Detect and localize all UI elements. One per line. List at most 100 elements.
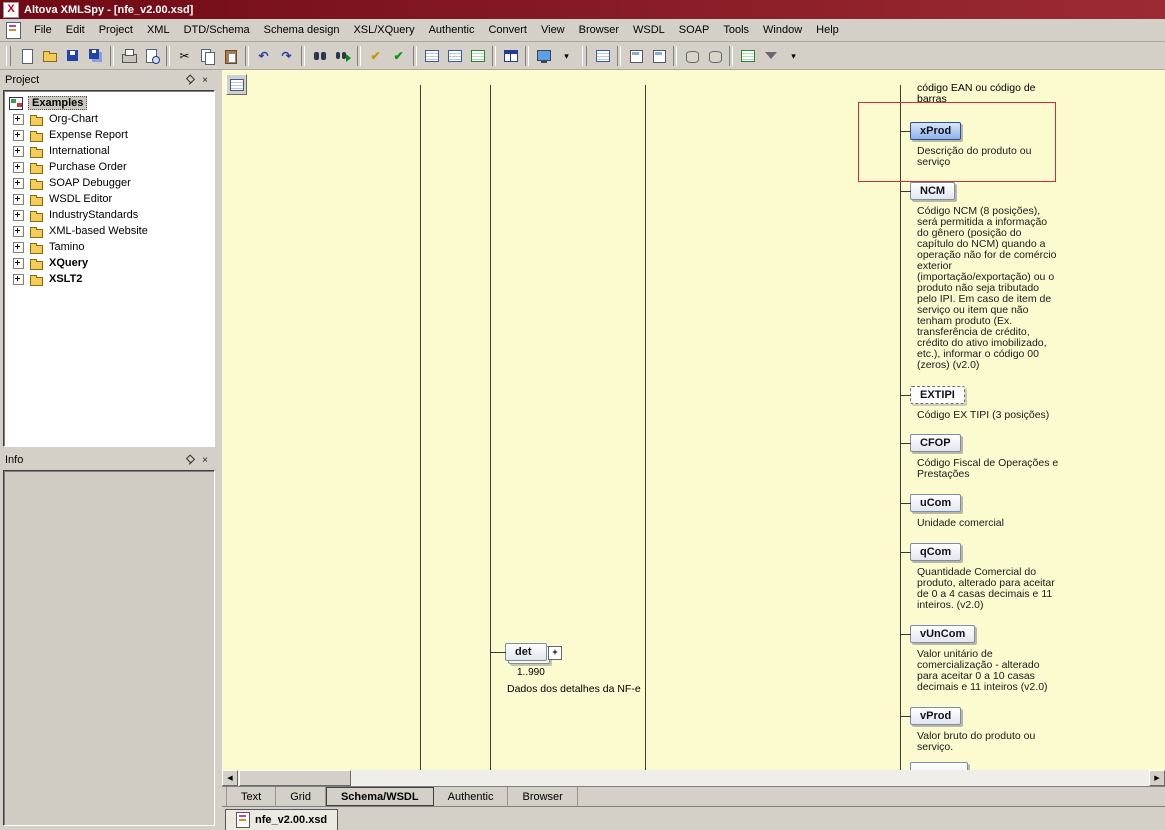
open-file-button[interactable] [38, 45, 61, 67]
save-file-button[interactable] [61, 45, 84, 67]
menu-item-dtd-schema[interactable]: DTD/Schema [177, 21, 257, 39]
menu-item-window[interactable]: Window [756, 21, 809, 39]
validate-button[interactable]: ✔ [387, 45, 410, 67]
expand-icon[interactable] [13, 194, 24, 205]
expand-icon[interactable] [13, 226, 24, 237]
browser-preview-button[interactable] [532, 45, 555, 67]
element-box-extipi[interactable]: EXTIPI [910, 386, 965, 404]
menu-item-browser[interactable]: Browser [572, 21, 626, 39]
expand-icon[interactable] [13, 114, 24, 125]
element-box-cfop[interactable]: CFOP [910, 434, 961, 452]
tree-item-soap-debugger[interactable]: SOAP Debugger [4, 175, 214, 191]
toolbar-separator [357, 46, 361, 66]
save-all-button[interactable] [84, 45, 107, 67]
undo-button[interactable]: ↶ [252, 45, 275, 67]
menu-item-tools[interactable]: Tools [716, 21, 756, 39]
scrollbar-thumb[interactable] [239, 770, 351, 786]
tree-item-xml-based-website[interactable]: XML-based Website [4, 223, 214, 239]
tree-item-purchase-order[interactable]: Purchase Order [4, 159, 214, 175]
expand-icon[interactable] [13, 258, 24, 269]
menu-item-schema-design[interactable]: Schema design [257, 21, 347, 39]
menu-item-view[interactable]: View [534, 21, 572, 39]
toolbar-overflow-button[interactable]: ▾ [555, 45, 578, 67]
menu-item-edit[interactable]: Edit [59, 21, 92, 39]
expand-icon[interactable] [13, 178, 24, 189]
assign-schema-button[interactable] [647, 45, 670, 67]
table-view-button[interactable] [499, 45, 522, 67]
expand-icon[interactable] [13, 210, 24, 221]
expand-button[interactable]: + [548, 646, 562, 660]
generate-schema-button[interactable] [624, 45, 647, 67]
element-box-det[interactable]: det [505, 643, 547, 661]
tab-grid[interactable]: Grid [276, 787, 326, 806]
menu-item-help[interactable]: Help [809, 21, 846, 39]
check-wellformed-button[interactable]: ✔ [364, 45, 387, 67]
tab-text[interactable]: Text [226, 787, 276, 806]
tree-item-wsdl-editor[interactable]: WSDL Editor [4, 191, 214, 207]
element-box-vuncom[interactable]: vUnCom [910, 625, 975, 643]
print-button[interactable] [117, 45, 140, 67]
close-panel-button[interactable]: × [198, 74, 212, 87]
element-box-vprod[interactable]: vProd [910, 707, 961, 725]
database-import-button[interactable] [680, 45, 703, 67]
copy-button[interactable] [196, 45, 219, 67]
close-panel-button[interactable]: × [198, 454, 212, 467]
schema-design-button[interactable] [591, 45, 614, 67]
pin-button[interactable] [184, 74, 198, 87]
document-tab[interactable]: nfe_v2.00.xsd [225, 809, 338, 830]
menu-item-soap[interactable]: SOAP [672, 21, 717, 39]
menu-item-authentic[interactable]: Authentic [422, 21, 482, 39]
scroll-right-button[interactable]: ▶ [1149, 770, 1165, 786]
find-next-button[interactable] [331, 45, 354, 67]
tree-item-expense-report[interactable]: Expense Report [4, 127, 214, 143]
expand-icon[interactable] [13, 162, 24, 173]
new-document-button[interactable] [15, 45, 38, 67]
element-box-ncm[interactable]: NCM [910, 182, 955, 200]
project-tree-root[interactable]: Examples [4, 95, 214, 111]
menu-item-file[interactable]: File [27, 21, 59, 39]
element-box-qcom[interactable]: qCom [910, 543, 961, 561]
toolbar-overflow-button-2[interactable]: ▾ [782, 45, 805, 67]
pin-button[interactable] [184, 454, 198, 467]
toolbar-grip[interactable] [582, 46, 587, 66]
element-box-partial[interactable] [910, 762, 968, 770]
tree-item-org-chart[interactable]: Org-Chart [4, 111, 214, 127]
horizontal-scrollbar[interactable]: ◀ ▶ [222, 770, 1165, 786]
tab-authentic[interactable]: Authentic [434, 787, 509, 806]
tree-item-industrystandards[interactable]: IndustryStandards [4, 207, 214, 223]
title-bar[interactable]: X Altova XMLSpy - [nfe_v2.00.xsd] [0, 0, 1165, 19]
redo-button[interactable]: ↷ [275, 45, 298, 67]
menu-item-xml[interactable]: XML [140, 21, 177, 39]
menu-item-wsdl[interactable]: WSDL [626, 21, 672, 39]
tree-item-tamino[interactable]: Tamino [4, 239, 214, 255]
element-box-xprod[interactable]: xProd [910, 122, 961, 140]
menu-item-xsl-xquery[interactable]: XSL/XQuery [346, 21, 421, 39]
menu-item-project[interactable]: Project [92, 21, 140, 39]
scroll-left-button[interactable]: ◀ [222, 770, 238, 786]
expand-icon[interactable] [13, 146, 24, 157]
tree-item-international[interactable]: International [4, 143, 214, 159]
expand-icon[interactable] [13, 242, 24, 253]
paste-button[interactable] [219, 45, 242, 67]
expand-icon[interactable] [13, 130, 24, 141]
menu-item-convert[interactable]: Convert [481, 21, 534, 39]
grid-insert-button[interactable] [736, 45, 759, 67]
tab-schema-wsdl[interactable]: Schema/WSDL [326, 787, 434, 806]
database-export-button[interactable] [703, 45, 726, 67]
document-window-icon[interactable] [6, 22, 21, 39]
expand-icon[interactable] [13, 274, 24, 285]
tab-browser[interactable]: Browser [508, 787, 577, 806]
toolbar-grip[interactable] [6, 46, 11, 66]
tree-item-xquery[interactable]: XQuery [4, 255, 214, 271]
expand-all-button[interactable] [443, 45, 466, 67]
show-globals-button[interactable] [226, 74, 247, 95]
tree-item-xslt2[interactable]: XSLT2 [4, 271, 214, 287]
collapse-all-button[interactable] [466, 45, 489, 67]
pretty-print-button[interactable] [420, 45, 443, 67]
print-preview-button[interactable] [140, 45, 163, 67]
schema-diagram-canvas[interactable]: código EAN ou código de barras xProd Des… [222, 70, 1165, 770]
find-button[interactable] [308, 45, 331, 67]
filter-button[interactable] [759, 45, 782, 67]
element-box-ucom[interactable]: uCom [910, 494, 961, 512]
cut-button[interactable]: ✂ [173, 45, 196, 67]
